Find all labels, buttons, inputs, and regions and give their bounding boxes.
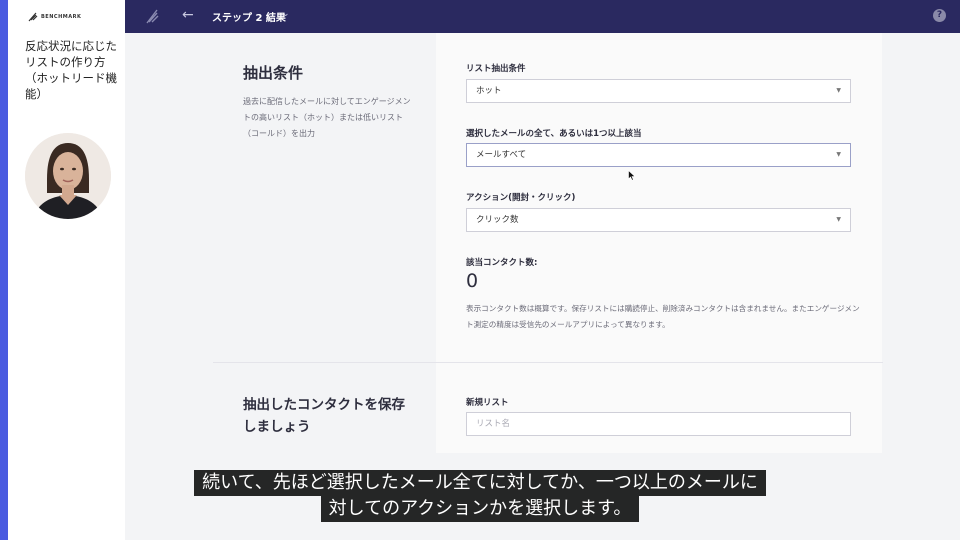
contact-count-label: 該当コンタクト数: [466, 258, 538, 268]
subtitle-text-2: 対してのアクションかを選択します。 [320, 496, 640, 522]
subtitle-line-2: 対してのアクションかを選択します。 [0, 496, 960, 522]
mail-scope-value: メールすべて [476, 150, 527, 160]
arrow-left-icon[interactable]: ← [182, 7, 194, 23]
subtitle-text-1: 続いて、先ほど選択したメール全てに対してか、一つ以上のメールに [194, 470, 766, 496]
logo-text: BENCHMARK [41, 14, 82, 20]
subtitle-line-1: 続いて、先ほど選択したメール全てに対してか、一つ以上のメールに [0, 470, 960, 496]
section-divider [213, 362, 883, 363]
chevron-down-icon[interactable]: ⌄ [282, 9, 290, 19]
contact-count-value: 0 [466, 270, 479, 292]
lesson-title: 反応状況に応じたリストの作り方（ホットリード機能） [25, 39, 117, 101]
accent-strip [0, 0, 8, 540]
mail-scope-select[interactable]: メールすべて ▼ [466, 143, 851, 167]
presenter-avatar [25, 133, 111, 219]
benchmark-logo: BENCHMARK [28, 12, 81, 22]
caret-down-icon: ▼ [836, 87, 841, 94]
home-logo[interactable] [145, 8, 159, 28]
caret-down-icon: ▼ [836, 216, 841, 223]
mouse-cursor-icon [628, 166, 636, 185]
mail-scope-label: 選択したメールの全て、あるいは1つ以上該当 [466, 129, 642, 139]
step-title: ステップ 2 結果 [212, 13, 286, 24]
action-select[interactable]: クリック数 ▼ [466, 208, 851, 232]
presenter-panel: BENCHMARK 反応状況に応じたリストの作り方（ホットリード機能） [8, 0, 125, 540]
benchmark-feather-icon [28, 12, 38, 22]
section-title-extraction: 抽出条件 [243, 64, 304, 82]
list-condition-value: ホット [476, 86, 502, 96]
contact-count-note: 表示コンタクト数は概算です。保存リストには購読停止、削除済みコンタクトは含まれま… [466, 304, 860, 329]
new-list-label: 新規リスト [466, 398, 509, 408]
presenter-image [25, 133, 111, 219]
question-circle-icon[interactable]: ? [933, 9, 946, 22]
caret-down-icon: ▼ [836, 151, 841, 158]
benchmark-feather-icon [146, 9, 159, 24]
section-title-save: 抽出したコンタクトを保存しましょう [243, 397, 405, 435]
section-description: 過去に配信したメールに対してエンゲージメントの高いリスト（ホット）または低いリス… [243, 97, 411, 138]
list-name-input[interactable] [466, 412, 851, 436]
list-condition-label: リスト抽出条件 [466, 64, 526, 74]
list-condition-select[interactable]: ホット ▼ [466, 79, 851, 103]
action-label: アクション(開封・クリック) [466, 193, 576, 203]
action-value: クリック数 [476, 215, 519, 225]
top-nav-bar: ← ステップ 2 結果 ⌄ ? [125, 0, 960, 33]
